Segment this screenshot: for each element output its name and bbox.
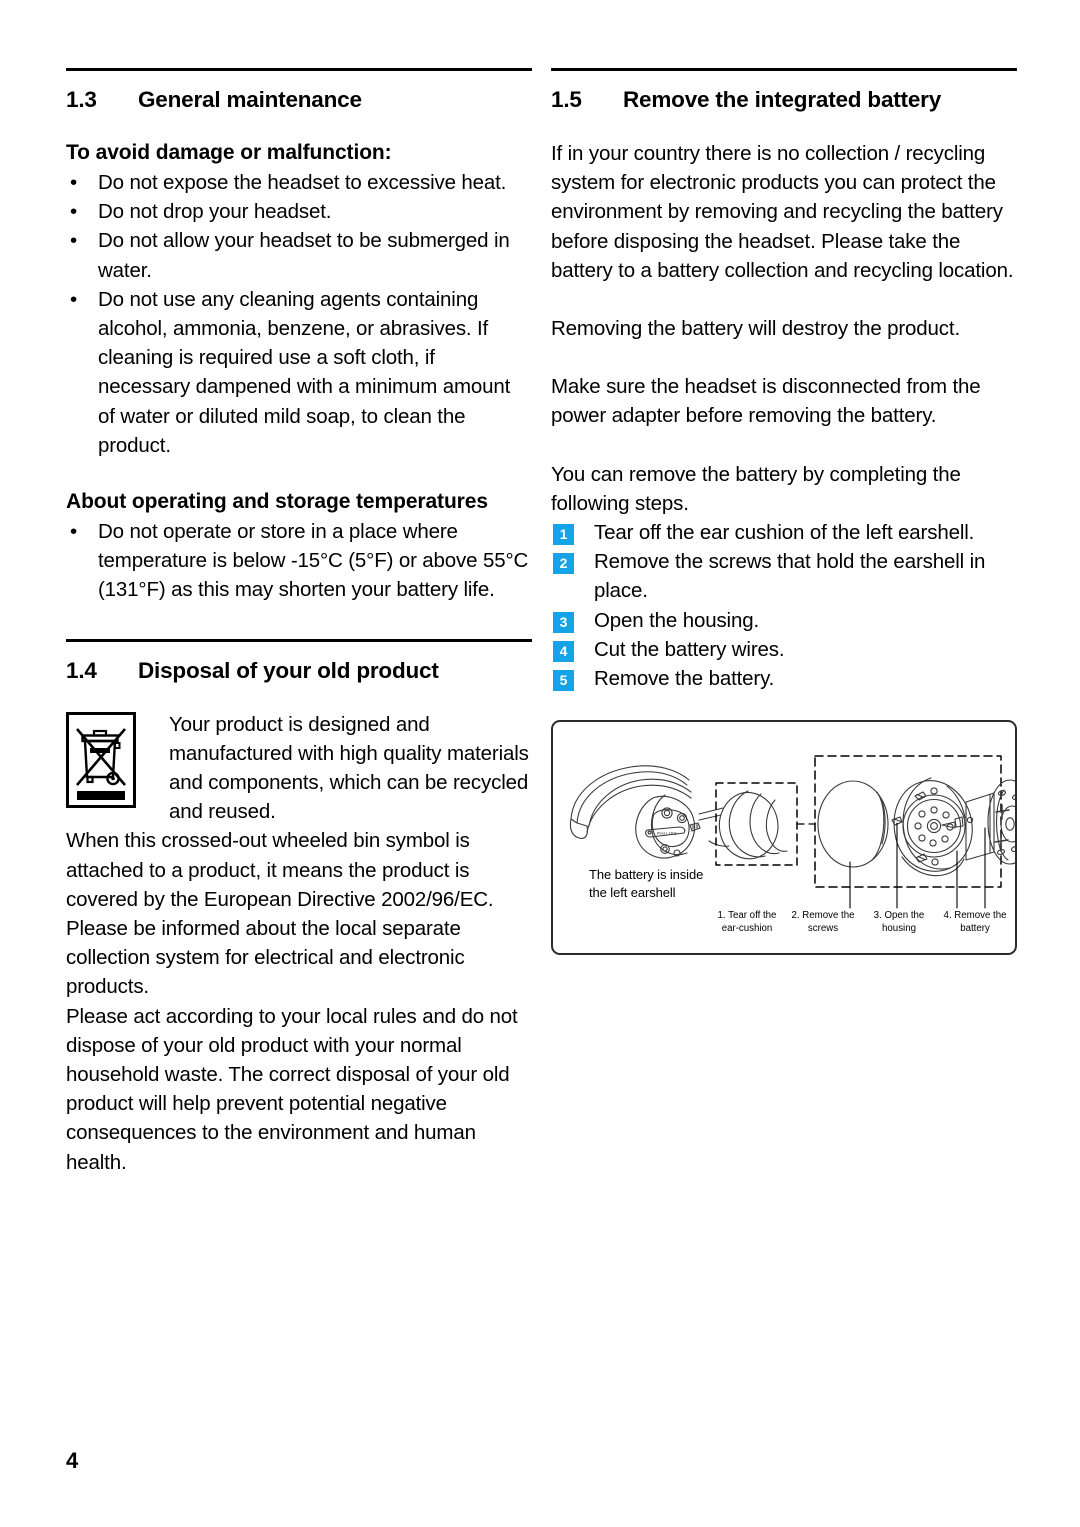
illustration-note-line-1: The battery is inside xyxy=(589,867,704,883)
step-text: Tear off the ear cushion of the left ear… xyxy=(594,521,975,545)
weee-paragraph-1: When this crossed-out wheeled bin symbol… xyxy=(66,829,494,999)
step-text: Open the housing. xyxy=(594,608,759,632)
section-rule xyxy=(66,68,532,71)
section-heading-1-4: 1.4 Disposal of your old product xyxy=(66,658,532,684)
list-item-text: Do not operate or store in a place where… xyxy=(98,520,529,602)
list-item: 4 Cut the battery wires. xyxy=(551,635,1017,664)
list-item: 3 Open the housing. xyxy=(551,606,1017,635)
weee-intro-text: Your product is designed and manufacture… xyxy=(169,712,529,824)
left-column: 1.3 General maintenance To avoid damage … xyxy=(66,68,532,1177)
section-number: 1.3 xyxy=(66,87,97,112)
caption-line-2: ear-cushion xyxy=(721,922,773,934)
illustration-caption: 2. Remove the screws xyxy=(787,910,859,935)
battery-removal-steps: 1 Tear off the ear cushion of the left ea… xyxy=(551,518,1017,693)
step-text: Remove the screws that hold the earshell… xyxy=(594,550,986,603)
list-item: • Do not drop your headset. xyxy=(66,197,532,226)
caption-line-1: 3. Open the xyxy=(873,910,925,922)
list-item: • Do not operate or store in a place wher… xyxy=(66,517,532,605)
caption-line-2: screws xyxy=(807,922,839,934)
svg-text:PHILIPS: PHILIPS xyxy=(657,831,677,836)
section-rule xyxy=(551,68,1017,71)
illustration-caption: 3. Open the housing xyxy=(863,910,935,935)
section-title: Remove the integrated battery xyxy=(623,87,942,112)
bullet-icon: • xyxy=(70,200,78,224)
list-item-text: Do not expose the headset to excessive h… xyxy=(98,171,507,194)
section-heading-1-3: 1.3 General maintenance xyxy=(66,87,532,113)
caption-line-2: housing xyxy=(882,922,916,934)
illustration-caption: 4. Remove the battery xyxy=(939,910,1011,935)
weee-paragraph-2: Please act according to your local rules… xyxy=(66,1004,518,1174)
illustration-captions: 1. Tear off the ear-cushion 2. Remove th… xyxy=(711,910,1011,935)
list-item: • Do not expose the headset to excessive … xyxy=(66,168,532,197)
section-number: 1.4 xyxy=(66,657,97,683)
document-page: 1.3 General maintenance To avoid damage … xyxy=(0,0,1080,1527)
section-number: 1.5 xyxy=(551,87,582,112)
step-badge: 3 xyxy=(553,611,574,633)
crossed-out-wheeled-bin-icon xyxy=(66,711,136,808)
bullet-icon: • xyxy=(70,520,78,544)
battery-paragraph-1: If in your country there is no collectio… xyxy=(551,142,1014,282)
illustration-note-line-2: the left earshell xyxy=(589,885,676,901)
bullet-icon: • xyxy=(70,287,78,311)
step-badge: 4 xyxy=(553,640,574,662)
right-column: 1.5 Remove the integrated battery If in … xyxy=(551,68,1017,956)
page-number: 4 xyxy=(66,1448,79,1473)
list-item-text: Do not allow your headset to be submerge… xyxy=(98,229,510,282)
list-item: • Do not use any cleaning agents containi… xyxy=(66,285,532,460)
step-text: Cut the battery wires. xyxy=(594,637,785,661)
weee-block: Your product is designed and manufacture… xyxy=(66,710,532,827)
list-item-text: Do not use any cleaning agents containin… xyxy=(98,287,511,457)
section-title: General maintenance xyxy=(138,87,362,112)
list-item: • Do not allow your headset to be submerg… xyxy=(66,226,532,284)
battery-removal-illustration: PHILIPS The battery is inside the left e… xyxy=(551,720,1017,956)
maintenance-bullet-list: • Do not expose the headset to excessive … xyxy=(66,168,532,460)
illustration-note: The battery is inside the left earshell xyxy=(589,866,703,902)
step-text: Remove the battery. xyxy=(594,667,775,691)
battery-paragraph-2: Removing the battery will destroy the pr… xyxy=(551,317,960,341)
section-heading-1-5: 1.5 Remove the integrated battery xyxy=(551,87,1017,113)
section-rule xyxy=(66,638,532,642)
caption-line-2: battery xyxy=(960,922,990,934)
list-item: 2 Remove the screws that hold the earshel… xyxy=(551,547,1017,605)
list-item: 1 Tear off the ear cushion of the left ea… xyxy=(551,518,1017,547)
caption-line-1: 2. Remove the xyxy=(791,910,855,922)
temperature-bullet-list: • Do not operate or store in a place wher… xyxy=(66,517,532,605)
step-badge: 5 xyxy=(553,670,574,692)
subheading-operating-temperatures: About operating and storage temperatures xyxy=(66,490,488,514)
illustration-caption: 1. Tear off the ear-cushion xyxy=(711,910,783,935)
battery-paragraph-3: Make sure the headset is disconnected fr… xyxy=(551,375,981,428)
caption-line-1: 4. Remove the xyxy=(943,910,1007,922)
list-item: 5 Remove the battery. xyxy=(551,664,1017,693)
bullet-icon: • xyxy=(70,229,78,253)
list-item-text: Do not drop your headset. xyxy=(98,200,332,224)
section-title: Disposal of your old product xyxy=(138,657,439,683)
step-badge: 2 xyxy=(553,553,574,575)
battery-paragraph-4: You can remove the battery by completing… xyxy=(551,462,961,515)
caption-line-1: 1. Tear off the xyxy=(717,910,777,922)
step-badge: 1 xyxy=(553,524,574,546)
bullet-icon: • xyxy=(70,171,78,194)
subheading-avoid-damage: To avoid damage or malfunction: xyxy=(66,141,392,164)
